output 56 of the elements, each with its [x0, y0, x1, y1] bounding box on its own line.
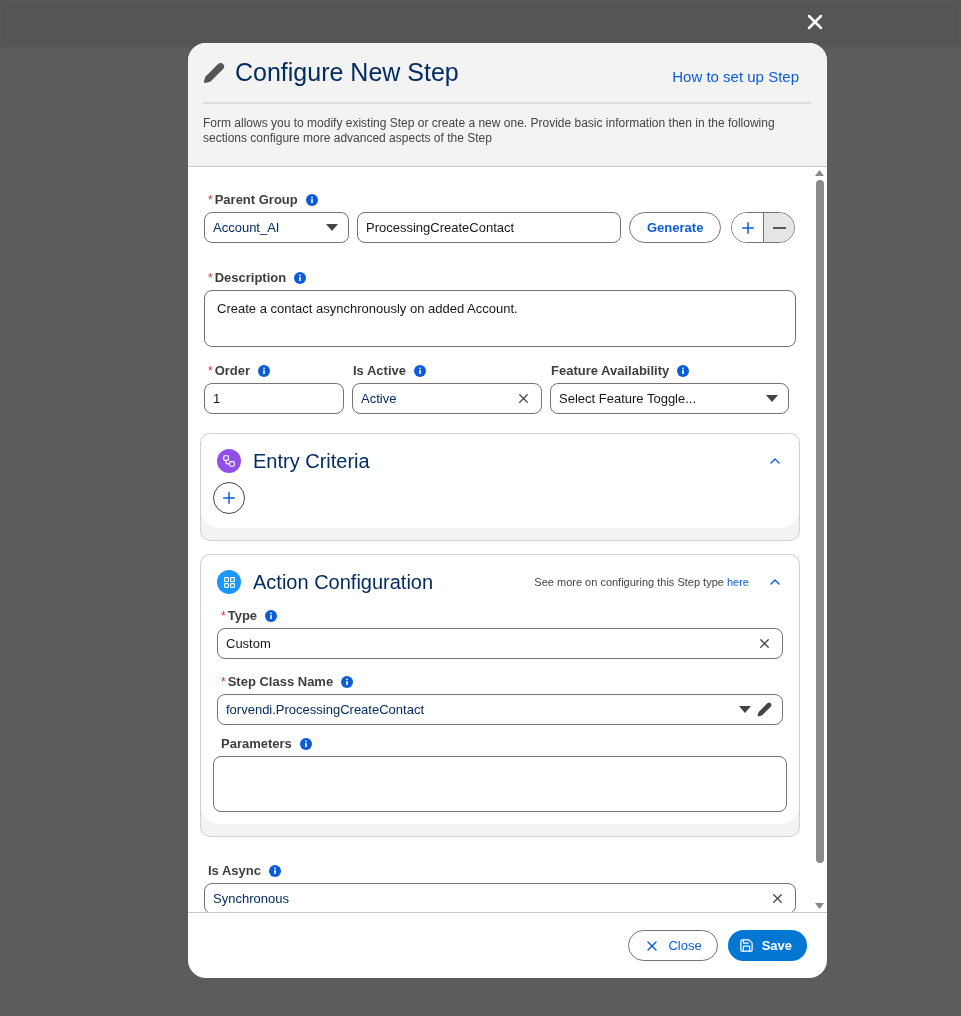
info-icon	[265, 609, 278, 622]
name-field[interactable]: ProcessingCreateContact	[357, 212, 621, 243]
close-button[interactable]: Close	[628, 930, 718, 961]
field-label: *Type	[221, 608, 258, 623]
description-field[interactable]: Create a contact asynchronously on added Account.	[204, 290, 796, 347]
clear-icon[interactable]	[757, 636, 772, 651]
save-button[interactable]: Save	[727, 930, 807, 961]
field-label: *Order	[208, 363, 251, 378]
dialog-description: Form allows you to modify existing Step or create a new one. Provide basic information then in the following sections configure more advanced aspects of the Step	[203, 116, 776, 146]
scroll-up-icon[interactable]	[815, 170, 824, 176]
section-hint: See more on configuring this Step type here	[534, 576, 749, 588]
scroll-down-icon[interactable]	[815, 903, 824, 909]
section-title: Entry Criteria	[253, 449, 371, 473]
info-icon	[677, 364, 690, 377]
info-icon	[299, 737, 312, 750]
info-icon	[294, 271, 307, 284]
type-field[interactable]: Custom	[217, 628, 783, 659]
field-label: *Description	[208, 270, 287, 285]
order-field[interactable]: 1	[204, 383, 344, 414]
help-link[interactable]: How to set up Step	[672, 68, 799, 85]
section-title: Action Configuration	[253, 570, 435, 594]
field-label: *Parent Group	[208, 192, 298, 207]
caret-icon	[766, 395, 778, 402]
step-class-field[interactable]: forvendi.ProcessingCreateContact	[217, 694, 783, 725]
plus-icon	[220, 489, 238, 507]
add-criteria-button[interactable]	[213, 482, 245, 514]
field-label: Feature Availability	[551, 363, 670, 378]
grid-icon	[217, 570, 241, 594]
scrollbar[interactable]	[812, 167, 827, 912]
clear-icon[interactable]	[770, 891, 785, 906]
parameters-field[interactable]	[213, 756, 787, 812]
is-async-field[interactable]: Synchronous	[204, 883, 796, 912]
is-active-field[interactable]: Active	[352, 383, 542, 414]
field-label: Parameters	[221, 736, 292, 751]
info-icon	[269, 864, 281, 877]
save-icon	[738, 938, 754, 953]
info-icon	[341, 675, 354, 688]
dialog-title: Configure New Step	[235, 58, 460, 87]
caret-icon	[739, 706, 751, 713]
info-icon	[305, 193, 318, 206]
hint-link[interactable]: here	[726, 576, 749, 588]
clear-icon[interactable]	[516, 391, 531, 406]
field-label: Is Async	[208, 863, 261, 878]
remove-button[interactable]	[763, 213, 795, 242]
feature-select[interactable]: Select Feature Toggle...	[550, 383, 789, 414]
info-icon	[258, 364, 271, 377]
caret-icon	[326, 224, 338, 231]
info-icon	[414, 364, 426, 377]
workflow-icon	[217, 449, 241, 473]
generate-button[interactable]: Generate	[629, 212, 722, 243]
field-label: *Step Class Name	[221, 674, 334, 689]
pencil-icon[interactable]	[757, 702, 772, 717]
field-label: Is Active	[353, 363, 406, 378]
pencil-icon	[203, 61, 225, 84]
minus-icon	[772, 226, 786, 229]
parent-group-select[interactable]: Account_AI	[204, 212, 349, 243]
